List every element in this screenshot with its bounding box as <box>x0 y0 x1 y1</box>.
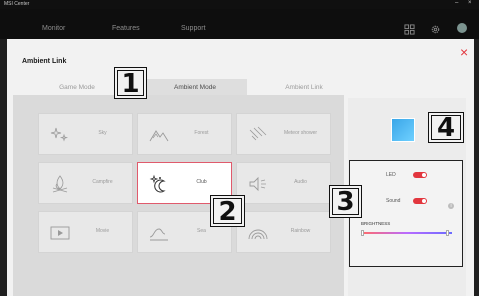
mode-label: Club <box>196 179 207 185</box>
tab-ambient-mode[interactable]: Ambient Mode <box>143 79 247 95</box>
mode-label: Rainbow <box>290 228 311 234</box>
app-title: MSI Center <box>4 1 30 7</box>
mode-card-meteor-shower[interactable]: Meteor shower <box>236 113 331 155</box>
mode-label: Movie <box>95 228 110 234</box>
mode-label: Forest <box>194 130 209 136</box>
sparkles-icon <box>50 127 68 142</box>
mode-card-campfire[interactable]: Campfire <box>38 162 133 204</box>
mode-card-audio[interactable]: Audio <box>236 162 331 204</box>
mode-card-movie[interactable]: Movie <box>38 211 133 253</box>
toggle-knob <box>422 199 426 203</box>
top-nav: Monitor Features Support <box>0 9 479 39</box>
mode-label: Audio <box>294 179 307 185</box>
slider-thumb[interactable] <box>446 230 449 236</box>
tab-ambient-link[interactable]: Ambient Link <box>249 79 359 95</box>
mode-label: Sky <box>98 130 107 136</box>
callout-4: 4 <box>428 112 464 143</box>
brightness-label: BRIGHTNESS <box>361 221 391 226</box>
mode-label: Meteor shower <box>283 130 318 136</box>
gear-icon[interactable] <box>430 24 441 35</box>
speaker-icon <box>249 176 266 192</box>
play-icon <box>50 226 70 240</box>
mode-card-sky[interactable]: Sky <box>38 113 133 155</box>
mode-card-rainbow[interactable]: Rainbow <box>236 211 331 253</box>
mountains-icon <box>149 130 169 142</box>
callout-2: 2 <box>210 195 245 227</box>
callout-3: 3 <box>329 185 362 218</box>
mode-label: Sea <box>197 228 206 234</box>
sound-toggle[interactable] <box>413 198 427 204</box>
minimize-button[interactable]: – <box>455 0 458 6</box>
page-title: Ambient Link <box>22 58 67 65</box>
rainbow-icon <box>248 229 268 240</box>
toggle-knob <box>422 173 426 177</box>
led-label: LED <box>386 172 396 178</box>
callout-1: 1 <box>114 67 147 99</box>
mode-tabs: Game Mode Ambient Mode Ambient Link <box>13 79 468 95</box>
led-toggle[interactable] <box>413 172 427 178</box>
slider-thumb-left[interactable] <box>361 230 364 236</box>
mode-card-forest[interactable]: Forest <box>137 113 232 155</box>
ambient-link-panel: Ambient Link × Game Mode Ambient Mode Am… <box>7 39 474 296</box>
info-icon[interactable]: i <box>448 203 454 209</box>
grid-icon[interactable] <box>404 24 415 35</box>
title-bar: MSI Center – × <box>0 0 479 9</box>
meteor-icon <box>249 126 267 141</box>
brightness-slider[interactable] <box>361 230 452 236</box>
nav-features[interactable]: Features <box>112 25 140 32</box>
moon-stars-icon <box>149 174 166 193</box>
wave-icon <box>149 228 168 241</box>
mode-label: Campfire <box>92 179 113 185</box>
settings-box: LED Sound i BRIGHTNESS <box>349 160 463 267</box>
mode-grid: Sky Forest Meteor shower Campfire Club A… <box>13 95 344 296</box>
sound-label: Sound <box>386 198 401 204</box>
nav-support[interactable]: Support <box>181 25 206 32</box>
close-panel-button[interactable]: × <box>460 45 468 59</box>
nav-monitor[interactable]: Monitor <box>42 25 65 32</box>
campfire-icon <box>52 175 68 193</box>
close-window-button[interactable]: × <box>468 0 472 6</box>
color-preview <box>391 118 415 142</box>
avatar[interactable] <box>457 23 467 33</box>
